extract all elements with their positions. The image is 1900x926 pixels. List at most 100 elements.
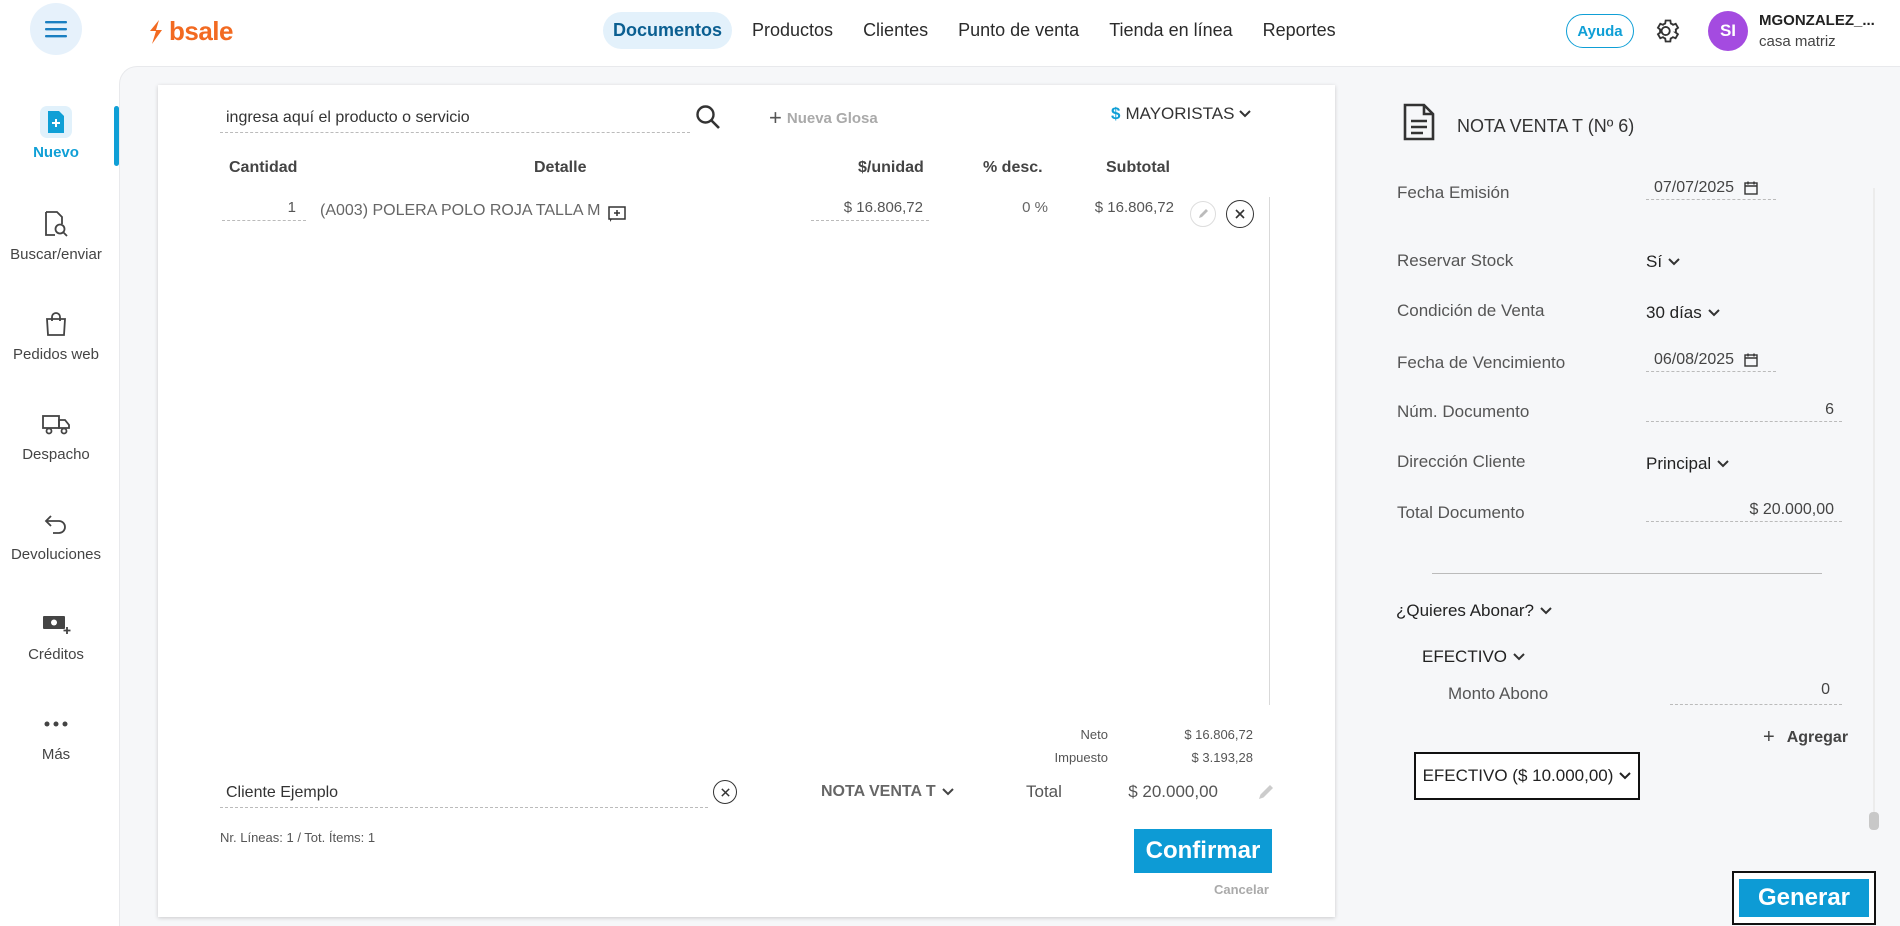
chevron-down-icon <box>1239 110 1252 118</box>
avatar[interactable]: SI <box>1708 11 1748 51</box>
nav-clientes[interactable]: Clientes <box>853 12 938 49</box>
num-documento-value: 6 <box>1825 400 1834 418</box>
fecha-vencimiento-field[interactable]: 06/08/2025 <box>1646 348 1776 372</box>
reservar-stock-value: Sí <box>1646 252 1663 271</box>
direccion-cliente-dropdown[interactable]: Principal <box>1646 454 1729 474</box>
nav-punto-de-venta[interactable]: Punto de venta <box>948 12 1089 49</box>
main-nav: Documentos Productos Clientes Punto de v… <box>603 12 1346 49</box>
product-search-input[interactable] <box>220 103 690 133</box>
impuesto-label: Impuesto <box>1054 750 1108 765</box>
agregar-label: Agregar <box>1786 728 1849 746</box>
close-icon <box>720 787 730 797</box>
chevron-down-icon <box>1708 309 1720 317</box>
cancel-link[interactable]: Cancelar <box>1214 882 1269 897</box>
add-comment-icon[interactable] <box>608 206 626 222</box>
monto-abono-input[interactable]: 0 <box>1670 681 1842 705</box>
impuesto-value: $ 3.193,28 <box>1191 750 1253 765</box>
chevron-down-icon <box>1717 460 1729 468</box>
client-clear-button[interactable] <box>713 780 737 804</box>
plus-icon: + <box>1763 726 1775 748</box>
bsale-logo-icon <box>150 19 162 44</box>
total-documento-label: Total Documento <box>1397 503 1525 522</box>
num-documento-field[interactable]: 6 <box>1646 398 1842 422</box>
price-list-label: MAYORISTAS <box>1125 104 1235 123</box>
nueva-glosa-button[interactable]: + Nueva Glosa <box>769 105 878 131</box>
panel-scrollbar[interactable] <box>1869 812 1879 830</box>
reservar-stock-dropdown[interactable]: Sí <box>1646 252 1680 272</box>
sidebar-label: Despacho <box>22 446 90 463</box>
dollar-icon: $ <box>1111 104 1121 123</box>
nav-productos[interactable]: Productos <box>742 12 843 49</box>
nav-tienda-en-linea[interactable]: Tienda en línea <box>1099 12 1242 49</box>
nueva-glosa-label: Nueva Glosa <box>786 109 878 127</box>
column-header-cantidad: Cantidad <box>229 159 298 176</box>
truck-icon <box>40 408 72 440</box>
nav-reportes[interactable]: Reportes <box>1253 12 1346 49</box>
fecha-vencimiento-label: Fecha de Vencimiento <box>1397 353 1566 372</box>
generar-button[interactable]: Generar <box>1739 879 1869 917</box>
document-type-dropdown[interactable]: NOTA VENTA T <box>821 783 954 801</box>
fecha-emision-field[interactable]: 07/07/2025 <box>1646 176 1776 200</box>
sidebar-label: Créditos <box>28 646 84 663</box>
row-quantity-input[interactable]: 1 <box>222 199 306 221</box>
price-list-dropdown[interactable]: $ MAYORISTAS <box>1111 104 1252 124</box>
bsale-logo[interactable]: bsale <box>147 16 234 47</box>
fecha-vencimiento-value: 06/08/2025 <box>1654 350 1735 368</box>
sidebar-item-creditos[interactable]: Créditos <box>0 608 112 663</box>
chevron-down-icon <box>1540 607 1552 615</box>
calendar-icon <box>1744 181 1758 195</box>
sidebar-item-mas[interactable]: Más <box>0 708 112 763</box>
total-documento-value: $ 20.000,00 <box>1749 500 1834 518</box>
client-input[interactable] <box>220 778 708 808</box>
payment-method-dropdown[interactable]: EFECTIVO <box>1422 647 1525 667</box>
close-icon <box>1235 209 1245 219</box>
chevron-down-icon <box>1668 258 1680 266</box>
column-header-unit-price: $/unidad <box>858 159 924 176</box>
table-scroll-divider <box>1269 197 1270 705</box>
sidebar-item-buscar-enviar[interactable]: Buscar/enviar <box>0 208 112 263</box>
search-icon[interactable] <box>694 103 722 131</box>
calendar-icon <box>1744 353 1758 367</box>
confirm-button[interactable]: Confirmar <box>1134 829 1272 873</box>
total-value: $ 20.000,00 <box>1128 782 1218 801</box>
sidebar-label: Más <box>41 746 71 763</box>
cash-plus-icon <box>40 608 72 640</box>
payment-chip-dropdown[interactable]: EFECTIVO ($ 10.000,00) <box>1414 752 1640 800</box>
nav-documentos[interactable]: Documentos <box>603 12 733 49</box>
sidebar-item-devoluciones[interactable]: Devoluciones <box>0 508 112 563</box>
sidebar-label: Pedidos web <box>13 346 99 363</box>
direccion-cliente-value: Principal <box>1646 454 1712 473</box>
row-discount[interactable]: 0 % <box>1008 199 1048 216</box>
pencil-icon[interactable] <box>1256 782 1276 802</box>
menu-button[interactable] <box>30 3 82 55</box>
condicion-venta-dropdown[interactable]: 30 días <box>1646 303 1720 323</box>
column-header-detalle: Detalle <box>534 159 587 176</box>
sidebar-label: Devoluciones <box>10 546 102 563</box>
row-edit-button[interactable] <box>1190 201 1216 227</box>
sidebar-item-pedidos-web[interactable]: Pedidos web <box>0 308 112 363</box>
agregar-payment-button[interactable]: + Agregar <box>1763 726 1848 749</box>
fecha-emision-label: Fecha Emisión <box>1397 183 1510 202</box>
abonar-label: ¿Quieres Abonar? <box>1396 601 1534 620</box>
return-arrow-icon <box>40 508 72 540</box>
document-panel-title: NOTA VENTA T (Nº 6) <box>1457 116 1635 136</box>
sidebar-item-despacho[interactable]: Despacho <box>0 408 112 463</box>
total-label: Total <box>1026 782 1062 801</box>
help-button[interactable]: Ayuda <box>1566 14 1634 48</box>
direccion-cliente-label: Dirección Cliente <box>1397 452 1526 471</box>
gear-icon[interactable] <box>1654 17 1682 45</box>
document-icon <box>1403 103 1435 141</box>
generar-button-frame: Generar <box>1732 871 1876 925</box>
condicion-venta-value: 30 días <box>1646 303 1702 322</box>
user-name[interactable]: MGONZALEZ_... <box>1759 12 1875 29</box>
sidebar-item-nuevo[interactable]: Nuevo <box>0 106 112 161</box>
document-editor-card: + Nueva Glosa $ MAYORISTAS Cantidad Deta… <box>158 85 1335 917</box>
user-branch: casa matriz <box>1759 33 1836 50</box>
row-unit-price-input[interactable]: $ 16.806,72 <box>811 199 929 221</box>
pencil-icon <box>1199 209 1208 218</box>
abonar-dropdown[interactable]: ¿Quieres Abonar? <box>1396 601 1552 621</box>
row-remove-button[interactable] <box>1226 200 1254 228</box>
row-subtotal: $ 16.806,72 <box>1094 199 1174 216</box>
shopping-bag-icon <box>40 308 72 340</box>
chevron-down-icon <box>1513 653 1525 661</box>
